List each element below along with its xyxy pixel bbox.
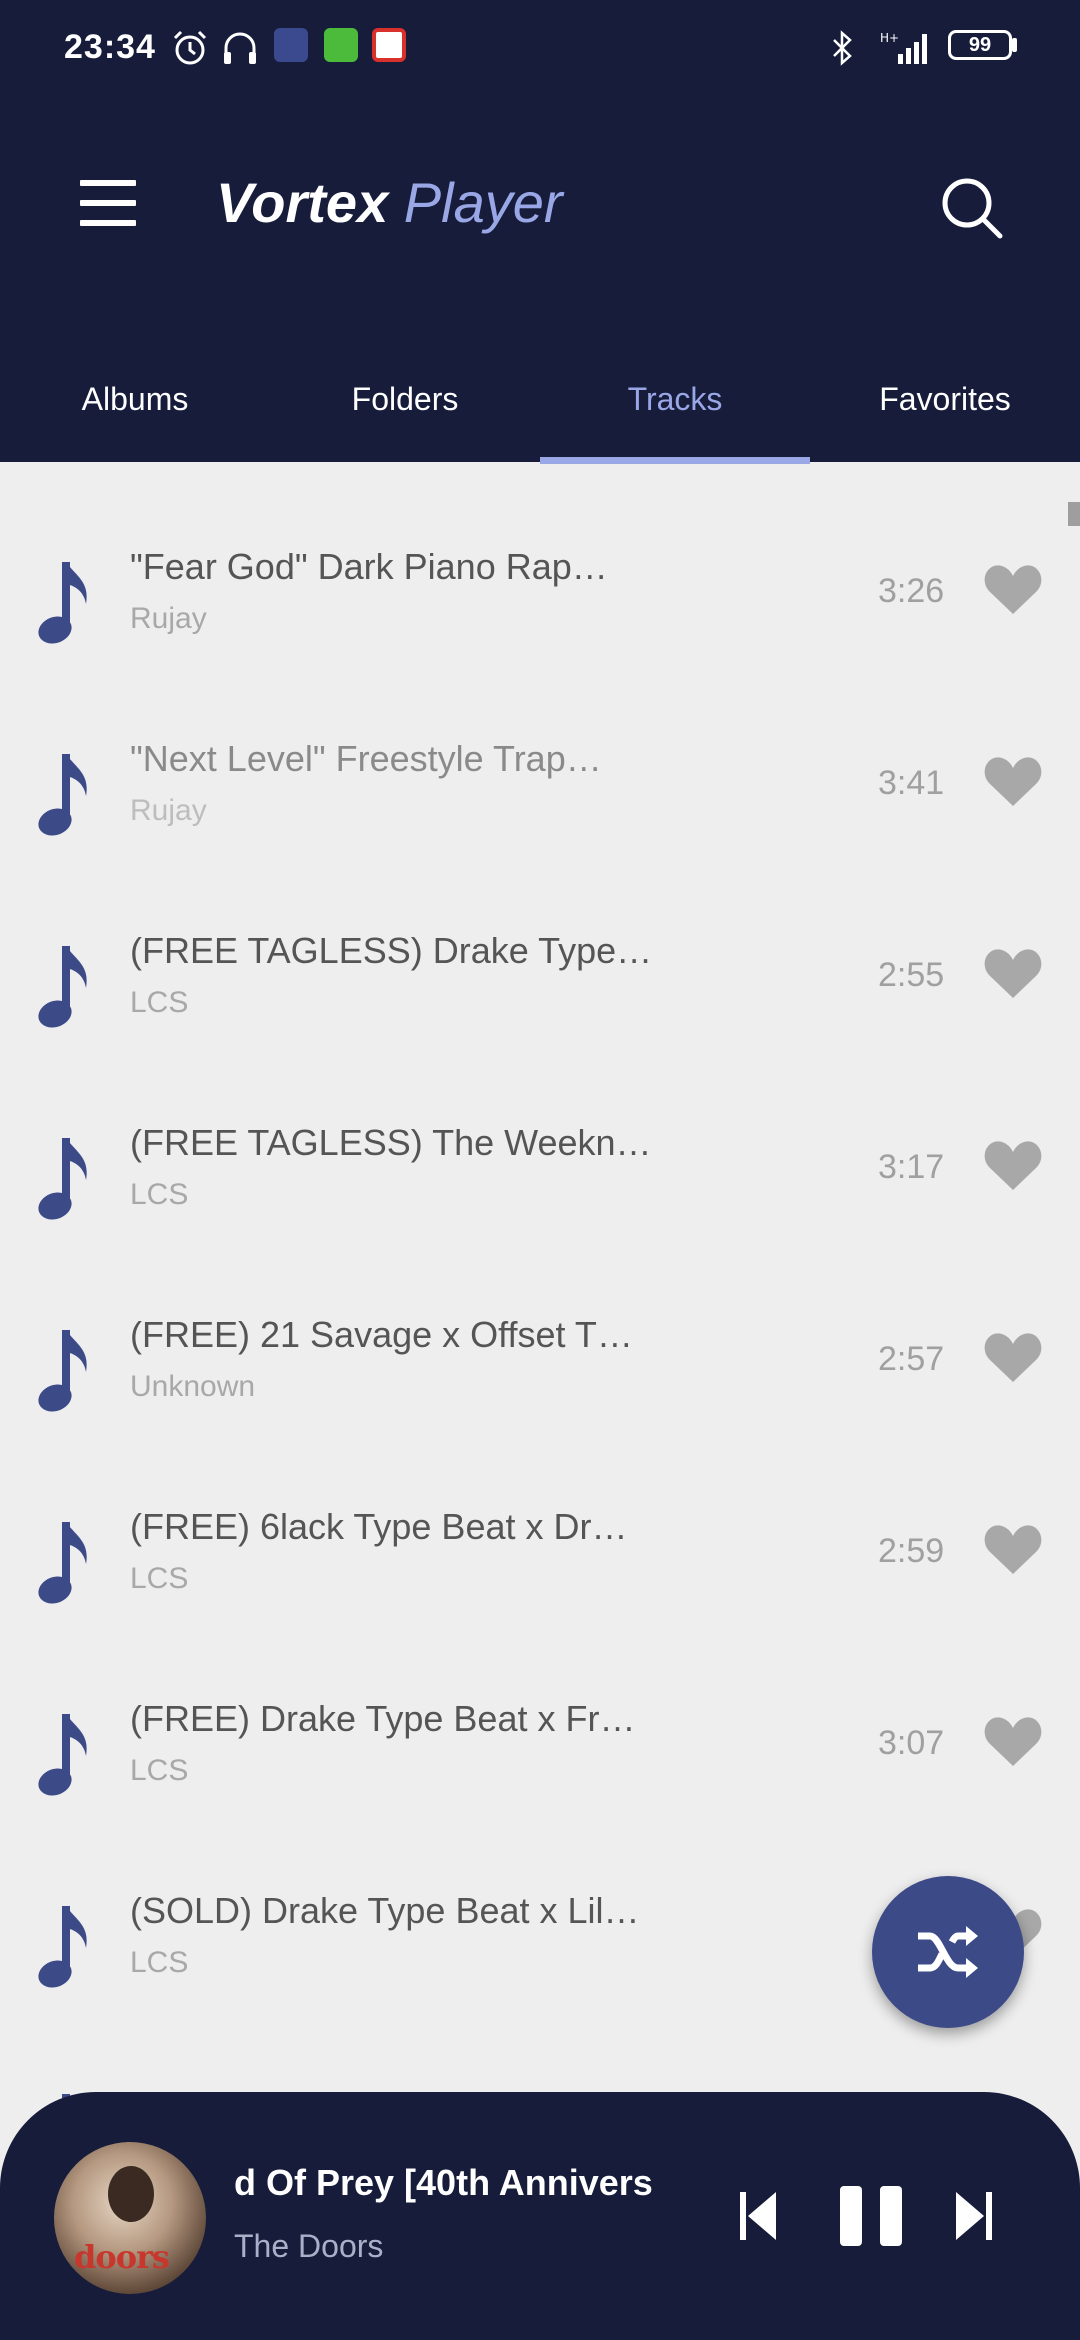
track-row[interactable]: (FREE TAGLESS) The Weekn… LCS 3:17: [0, 1082, 1080, 1274]
headphones-icon: [224, 32, 256, 64]
track-row[interactable]: "Fear God" Dark Piano Rap… Rujay 3:26: [0, 506, 1080, 698]
app-title: Vortex Player: [216, 170, 563, 235]
music-note-icon: [38, 946, 87, 1028]
track-title: (FREE TAGLESS) Drake Type…: [130, 930, 653, 971]
tab-albums[interactable]: Albums: [0, 362, 270, 462]
track-title: "Fear God" Dark Piano Rap…: [130, 546, 608, 587]
music-note-icon: [38, 1330, 87, 1412]
status-bar: 23:34 H+ 99: [0, 0, 1080, 100]
track-row[interactable]: "Next Level" Freestyle Trap… Rujay 3:41: [0, 698, 1080, 890]
album-art[interactable]: doors: [54, 2142, 206, 2294]
app-header: 23:34 H+ 99 Vortex Player Albums Folders…: [0, 0, 1080, 464]
music-note-icon: [38, 754, 87, 836]
track-title: (FREE) Drake Type Beat x Fr…: [130, 1698, 636, 1739]
svg-text:H+: H+: [880, 31, 899, 45]
shuffle-icon: [918, 1926, 978, 1978]
status-time: 23:34: [64, 28, 156, 66]
menu-button[interactable]: [80, 180, 136, 228]
tab-tracks[interactable]: Tracks: [540, 362, 810, 462]
track-title: "Next Level" Freestyle Trap…: [130, 738, 602, 779]
heart-icon[interactable]: [984, 754, 1042, 808]
track-row[interactable]: (FREE TAGLESS) Drake Type… LCS 2:55: [0, 890, 1080, 1082]
search-icon[interactable]: [940, 176, 1004, 240]
track-title: (SOLD) Drake Type Beat x Lil…: [130, 1890, 640, 1931]
shuffle-button[interactable]: [872, 1876, 1024, 2028]
signal-icon: H+: [880, 31, 927, 64]
track-artist: LCS: [130, 1562, 189, 1595]
track-duration: 3:17: [878, 1148, 945, 1186]
music-note-icon: [38, 1138, 87, 1220]
music-note-icon: [38, 562, 87, 644]
track-duration: 3:26: [878, 572, 945, 610]
battery-icon: 99: [948, 30, 1012, 60]
next-button[interactable]: [954, 2188, 994, 2244]
music-note-icon: [38, 1522, 87, 1604]
pause-button[interactable]: [838, 2184, 904, 2248]
track-row[interactable]: (FREE) Drake Type Beat x Fr… LCS 3:07: [0, 1658, 1080, 1850]
battery-tip: [1012, 38, 1017, 52]
heart-icon[interactable]: [984, 1522, 1042, 1576]
track-duration: 3:41: [878, 764, 945, 802]
track-artist: LCS: [130, 1946, 189, 1979]
album-art-logo: doors: [74, 2238, 170, 2276]
track-artist: Rujay: [130, 602, 207, 635]
heart-icon[interactable]: [984, 1138, 1042, 1192]
track-artist: Rujay: [130, 794, 207, 827]
track-duration: 2:59: [878, 1532, 945, 1570]
track-artist: LCS: [130, 1178, 189, 1211]
track-title: (FREE) 21 Savage x Offset T…: [130, 1314, 633, 1355]
menu-icon: [80, 180, 136, 186]
track-artist: LCS: [130, 1754, 189, 1787]
tab-indicator: [540, 457, 810, 464]
track-artist: Unknown: [130, 1370, 256, 1403]
track-row[interactable]: (FREE) 6lack Type Beat x Dr… LCS 2:59: [0, 1466, 1080, 1658]
track-row[interactable]: (FREE) 21 Savage x Offset T… Unknown 2:5…: [0, 1274, 1080, 1466]
no-ads-icon: [372, 28, 406, 62]
battery-level: 99: [968, 34, 992, 56]
heart-icon[interactable]: [984, 562, 1042, 616]
tab-bar: Albums Folders Tracks Favorites: [0, 362, 1080, 464]
track-artist: LCS: [130, 986, 189, 1019]
track-duration: 3:07: [878, 1724, 945, 1762]
now-playing-title: d Of Prey [40th Annivers: [234, 2162, 653, 2203]
android-app-icon: [324, 28, 358, 62]
music-note-icon: [38, 1714, 87, 1796]
track-duration: 2:57: [878, 1340, 945, 1378]
menu-icon-bar: [80, 220, 136, 226]
track-duration: 2:55: [878, 956, 945, 994]
soundwave-app-icon: [274, 28, 308, 62]
previous-button[interactable]: [738, 2188, 778, 2244]
bluetooth-icon: [833, 30, 852, 66]
heart-icon[interactable]: [984, 946, 1042, 1000]
alarm-icon: [173, 30, 207, 65]
tab-folders[interactable]: Folders: [270, 362, 540, 462]
music-note-icon: [38, 1906, 87, 1988]
heart-icon[interactable]: [984, 1714, 1042, 1768]
now-playing-artist: The Doors: [234, 2228, 384, 2264]
track-title: (FREE) 6lack Type Beat x Dr…: [130, 1506, 628, 1547]
track-title: (FREE TAGLESS) The Weekn…: [130, 1122, 652, 1163]
tab-favorites[interactable]: Favorites: [810, 362, 1080, 462]
now-playing-bar[interactable]: doors d Of Prey [40th Annivers The Doors: [0, 2092, 1080, 2340]
heart-icon[interactable]: [984, 1330, 1042, 1384]
app-title-sub: Player: [403, 171, 563, 234]
app-title-brand: Vortex: [216, 171, 389, 234]
menu-icon-bar: [80, 200, 136, 206]
album-art-figure: [108, 2166, 154, 2222]
